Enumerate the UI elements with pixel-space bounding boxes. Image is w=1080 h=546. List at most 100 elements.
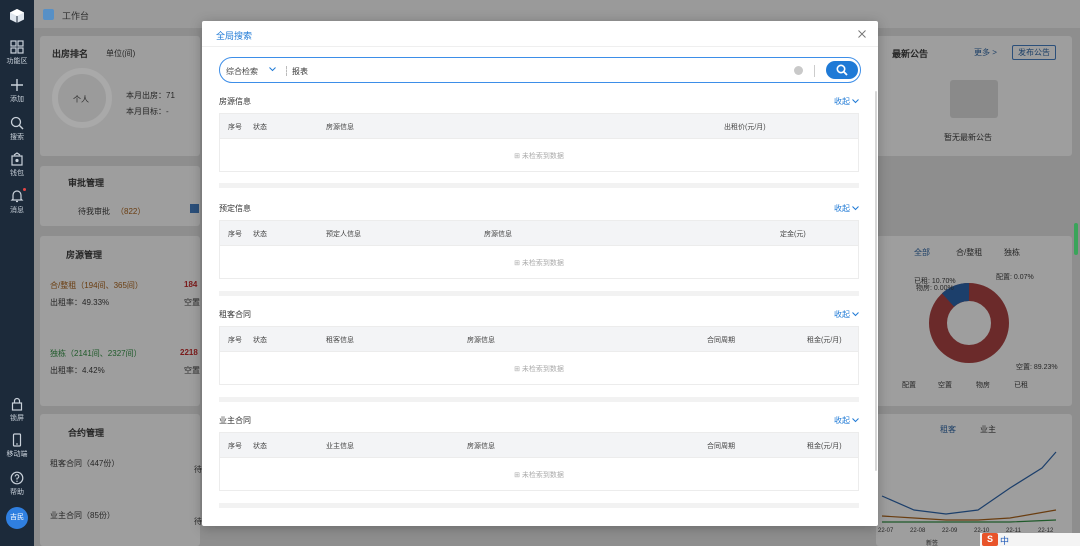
column-header: 定金(元): [780, 231, 806, 238]
column-header: 状态: [253, 231, 267, 238]
sidebar-item-mobile[interactable]: 移动端: [0, 433, 34, 459]
column-header: 状态: [253, 443, 267, 450]
chevron-down-icon[interactable]: [269, 67, 276, 72]
collapse-toggle[interactable]: 收起: [834, 96, 859, 107]
section-booking: 预定信息 收起 序号 状态 预定人信息 房源信息 定金(元) ⊞ 未检索到数据: [219, 203, 859, 283]
trend-lines: [881, 451, 1057, 523]
rank-avatar-label: 个人: [73, 95, 89, 104]
trend-tab-owner[interactable]: 业主: [980, 424, 996, 435]
global-search-dialog: 全局搜索 综合检索 房源信息 收起 序号 状态 房源信息 出租价(元/月) ⊞ …: [202, 21, 878, 526]
clear-icon[interactable]: [794, 66, 803, 75]
donut-tab-building[interactable]: 独栋: [1004, 247, 1020, 258]
rooms-row2-rate: 出租率：4.42%: [50, 366, 105, 375]
chevron-up-icon: [852, 99, 859, 104]
rank-title: 出房排名: [52, 49, 89, 59]
donut-tab-shared[interactable]: 合/整租: [956, 247, 982, 258]
column-header: 状态: [253, 124, 267, 131]
results-table: 序号 状态 租客信息 房源信息 合同周期 租金(元/月) ⊞ 未检索到数据: [219, 326, 859, 385]
trend-chart-card: 租客 业主 22-07 22-08 22-09 22-10 22-11 22-1…: [876, 414, 1072, 546]
month-out: 本月出房：71: [126, 91, 175, 100]
table-header: 序号 状态 房源信息 出租价(元/月): [220, 114, 858, 139]
pending-approval-link[interactable]: 待我审批: [78, 206, 110, 217]
sidebar-item-label: 功能区: [6, 58, 28, 65]
column-header: 预定人信息: [326, 231, 361, 238]
sidebar-item-label: 钱包: [10, 170, 24, 177]
empty-inbox-icon: [950, 80, 998, 118]
section-owner-contract: 业主合同 收起 序号 状态 业主信息 房源信息 合同周期 租金(元/月) ⊞ 未…: [219, 415, 859, 495]
column-header: 租客信息: [326, 337, 354, 344]
sidebar-item-label: 搜索: [10, 134, 24, 141]
notice-title: 最新公告: [892, 49, 929, 59]
lock-icon: [11, 397, 23, 411]
table-body: ⊞ 未检索到数据: [220, 246, 858, 278]
section-title: 房源信息: [219, 97, 251, 106]
column-header: 序号: [228, 124, 242, 131]
sidebar-item-label: 帮助: [10, 489, 24, 496]
section-title: 租客合同: [219, 310, 251, 319]
close-icon[interactable]: [856, 28, 868, 40]
chevron-up-icon: [852, 312, 859, 317]
column-header: 序号: [228, 443, 242, 450]
contracts-title: 合约管理: [68, 428, 105, 438]
trend-xtick: 22-09: [942, 528, 958, 534]
sogou-logo-icon[interactable]: S: [982, 533, 998, 546]
collapse-toggle[interactable]: 收起: [834, 309, 859, 320]
rooms-card: 房源管理 合/整租（194间、365间） 184 出租率：49.33% 空置 独…: [40, 236, 200, 406]
empty-text: 未检索到数据: [521, 366, 564, 373]
tenant-suffix: 待: [194, 465, 202, 474]
collapse-toggle[interactable]: 收起: [834, 203, 859, 214]
sidebar-item-wallet[interactable]: 钱包: [0, 152, 34, 178]
rank-unit: 单位(间): [106, 49, 136, 58]
section-divider: [219, 291, 859, 296]
column-header: 房源信息: [484, 231, 512, 238]
notice-card: 最新公告 更多 > 发布公告 暂无最新公告: [876, 36, 1072, 156]
collapse-toggle[interactable]: 收起: [834, 415, 859, 426]
user-avatar[interactable]: 吉民: [6, 507, 28, 529]
approval-card: 审批管理 待我审批 （822）: [40, 166, 200, 226]
dialog-header: 全局搜索: [202, 21, 878, 47]
rooms-row1: 合/整租（194间、365间）: [50, 281, 143, 290]
trend-legend-new: 新签: [926, 541, 939, 546]
sidebar-item-add[interactable]: 添加: [0, 78, 34, 104]
section-divider: [219, 397, 859, 402]
column-header: 房源信息: [467, 337, 495, 344]
ime-toolbar: S 中: [980, 533, 1080, 546]
workbench-icon: [43, 9, 54, 20]
column-header: 房源信息: [326, 124, 354, 131]
dialog-scrollbar[interactable]: [875, 91, 877, 471]
search-input[interactable]: [292, 63, 792, 79]
rooms-title: 房源管理: [66, 250, 103, 260]
results-table: 序号 状态 业主信息 房源信息 合同周期 租金(元/月) ⊞ 未检索到数据: [219, 432, 859, 491]
page-scroll-indicator[interactable]: [1074, 223, 1078, 255]
sidebar-item-lock[interactable]: 锁屏: [0, 397, 34, 423]
ime-mode[interactable]: 中: [1000, 534, 1010, 546]
month-target: 本月目标：-: [126, 107, 169, 116]
search-button[interactable]: [826, 61, 858, 79]
donut-tab-all[interactable]: 全部: [914, 247, 930, 258]
sidebar-item-label: 消息: [10, 207, 24, 214]
column-header: 业主信息: [326, 443, 354, 450]
section-title: 预定信息: [219, 204, 251, 213]
owner-suffix: 待: [194, 517, 202, 526]
sidebar-item-functions[interactable]: 功能区: [0, 40, 34, 66]
sidebar-item-help[interactable]: 帮助: [0, 471, 34, 497]
table-header: 序号 状态 预定人信息 房源信息 定金(元): [220, 221, 858, 246]
rooms-row2-value: 2218: [180, 348, 198, 357]
rank-card: 出房排名 单位(间) 个人 本月出房：71 本月目标：-: [40, 36, 200, 156]
collapse-label: 收起: [834, 310, 850, 319]
publish-notice-button[interactable]: 发布公告: [1012, 45, 1056, 60]
section-property: 房源信息 收起 序号 状态 房源信息 出租价(元/月) ⊞ 未检索到数据: [219, 96, 859, 176]
donut-legend-empty: 空置: [938, 382, 952, 389]
trend-xtick: 22-07: [878, 528, 894, 534]
bell-icon: [10, 190, 24, 203]
notice-empty-text: 暂无最新公告: [944, 133, 992, 142]
collapse-label: 收起: [834, 204, 850, 213]
search-type-select[interactable]: 综合检索: [226, 66, 258, 77]
trend-tab-tenant[interactable]: 租客: [940, 424, 956, 435]
notice-more-link[interactable]: 更多 >: [974, 47, 997, 58]
rooms-row1-sub: 空置: [184, 298, 200, 307]
sidebar-item-messages[interactable]: 消息: [0, 188, 34, 215]
column-header: 房源信息: [467, 443, 495, 450]
sidebar-item-search[interactable]: 搜索: [0, 116, 34, 142]
owner-contracts: 业主合同（85份）: [50, 511, 115, 520]
